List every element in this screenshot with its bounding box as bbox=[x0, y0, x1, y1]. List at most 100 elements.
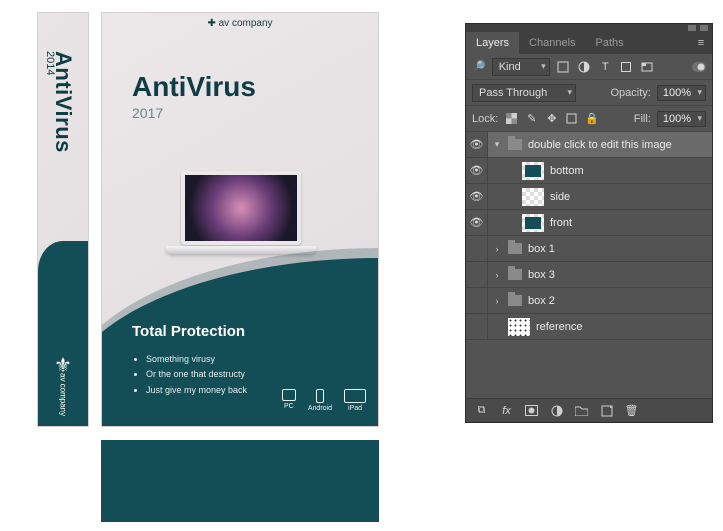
artboard: 2014 AntiVirus ⚜ av company ✚ av company… bbox=[37, 12, 452, 522]
lock-artboard-icon[interactable] bbox=[564, 111, 579, 126]
filter-pixel-icon[interactable] bbox=[556, 59, 571, 74]
layer-body[interactable]: ›box 3 bbox=[488, 262, 712, 287]
blend-mode-select[interactable]: Pass Through bbox=[472, 84, 576, 102]
front-title: AntiVirus bbox=[132, 71, 256, 103]
fill-label: Fill: bbox=[634, 113, 651, 125]
layer-name: double click to edit this image bbox=[528, 139, 672, 151]
new-group-icon[interactable] bbox=[574, 403, 589, 418]
layer-row[interactable]: reference bbox=[466, 314, 712, 340]
front-year: 2017 bbox=[132, 105, 163, 121]
blend-row: Pass Through Opacity: 100% bbox=[466, 80, 712, 106]
filter-shape-icon[interactable] bbox=[619, 59, 634, 74]
layer-name: box 1 bbox=[528, 243, 555, 255]
box-bottom bbox=[101, 440, 379, 522]
lock-transparency-icon[interactable] bbox=[504, 111, 519, 126]
box-front: ✚ av company AntiVirus 2017 Total Protec… bbox=[101, 12, 379, 427]
layer-body[interactable]: ▾ double click to edit this image bbox=[488, 132, 712, 157]
front-brandline: ✚ av company bbox=[102, 18, 378, 29]
layer-row[interactable]: 👁 side bbox=[466, 184, 712, 210]
link-layers-icon[interactable]: ⧉ bbox=[474, 403, 489, 418]
layer-visibility-toggle[interactable] bbox=[466, 288, 488, 313]
folder-icon bbox=[508, 139, 522, 150]
disclosure-icon[interactable]: › bbox=[492, 270, 502, 280]
layer-row[interactable]: › box 1 bbox=[466, 236, 712, 262]
tab-layers[interactable]: Layers bbox=[466, 32, 519, 54]
opacity-label: Opacity: bbox=[611, 87, 651, 99]
spine-company: av company bbox=[59, 373, 68, 416]
collapse-icon[interactable] bbox=[688, 25, 696, 31]
layer-thumbnail bbox=[522, 214, 544, 232]
feature-list: Something virusy Or the one that destruc… bbox=[132, 352, 247, 398]
layer-thumbnail bbox=[522, 162, 544, 180]
layer-body[interactable]: side bbox=[488, 184, 712, 209]
platform-row: PC Android iPad bbox=[282, 389, 366, 412]
lock-position-icon[interactable]: ✥ bbox=[544, 111, 559, 126]
filter-adjust-icon[interactable] bbox=[577, 59, 592, 74]
opacity-value[interactable]: 100% bbox=[657, 85, 706, 101]
layer-visibility-toggle[interactable]: 👁 bbox=[466, 184, 488, 209]
layer-row[interactable]: ›box 3 bbox=[466, 262, 712, 288]
layer-name: reference bbox=[536, 321, 582, 333]
platform-pc: PC bbox=[282, 389, 296, 412]
tablet-icon bbox=[344, 389, 366, 403]
filter-toggle[interactable] bbox=[691, 59, 706, 74]
layer-visibility-toggle[interactable]: 👁 bbox=[466, 210, 488, 235]
new-layer-icon[interactable] bbox=[599, 403, 614, 418]
eye-icon: 👁 bbox=[470, 190, 484, 203]
collapse-icon[interactable] bbox=[700, 25, 708, 31]
disclosure-icon[interactable]: ▾ bbox=[492, 139, 502, 150]
layer-body[interactable]: reference bbox=[488, 314, 712, 339]
layer-mask-icon[interactable] bbox=[524, 403, 539, 418]
lock-all-icon[interactable]: 🔒 bbox=[584, 111, 599, 126]
disclosure-icon[interactable]: › bbox=[492, 244, 502, 254]
panel-grip[interactable] bbox=[466, 24, 712, 32]
filter-type-icon[interactable]: T bbox=[598, 59, 613, 74]
layer-row[interactable]: › box 2 bbox=[466, 288, 712, 314]
lock-row: Lock: ✎ ✥ 🔒 Fill: 100% bbox=[466, 106, 712, 132]
filter-smart-icon[interactable] bbox=[640, 59, 655, 74]
layer-visibility-toggle[interactable]: 👁 bbox=[466, 158, 488, 183]
delete-layer-icon[interactable]: 🗑 bbox=[624, 403, 639, 418]
filter-kind-select[interactable]: Kind bbox=[492, 58, 550, 76]
phone-icon bbox=[316, 389, 324, 403]
feature-item: Or the one that destructy bbox=[146, 367, 247, 382]
panel-menu-icon[interactable]: ≡ bbox=[690, 32, 712, 54]
layers-panel: Layers Channels Paths ≡ 🔎 Kind T Pass Th… bbox=[465, 23, 713, 423]
layer-body[interactable]: › box 2 bbox=[488, 288, 712, 313]
total-protection-title: Total Protection bbox=[132, 323, 245, 340]
layer-body[interactable]: › box 1 bbox=[488, 236, 712, 261]
layer-name: bottom bbox=[550, 165, 584, 177]
layer-name: box 2 bbox=[528, 295, 555, 307]
feature-item: Just give my money back bbox=[146, 383, 247, 398]
lock-brush-icon[interactable]: ✎ bbox=[524, 111, 539, 126]
feature-item: Something virusy bbox=[146, 352, 247, 367]
platform-label: PC bbox=[284, 403, 294, 410]
disclosure-icon[interactable]: › bbox=[492, 296, 502, 306]
tab-channels[interactable]: Channels bbox=[519, 32, 585, 54]
fill-value[interactable]: 100% bbox=[657, 111, 706, 127]
layer-body[interactable]: front bbox=[488, 210, 712, 235]
layer-thumbnail bbox=[508, 318, 530, 336]
layer-row[interactable]: 👁 front bbox=[466, 210, 712, 236]
layer-visibility-toggle[interactable] bbox=[466, 262, 488, 287]
layer-name: front bbox=[550, 217, 572, 229]
layer-thumbnail bbox=[522, 188, 544, 206]
layer-row[interactable]: 👁 bottom bbox=[466, 158, 712, 184]
layer-body[interactable]: bottom bbox=[488, 158, 712, 183]
layer-row[interactable]: 👁 ▾ double click to edit this image bbox=[466, 132, 712, 158]
adjustment-layer-icon[interactable] bbox=[549, 403, 564, 418]
panel-footer: ⧉ fx 🗑 bbox=[466, 398, 712, 422]
monitor-icon bbox=[282, 389, 296, 401]
platform-android: Android bbox=[308, 389, 332, 412]
folder-icon bbox=[508, 243, 522, 254]
tab-paths[interactable]: Paths bbox=[586, 32, 634, 54]
eye-icon: 👁 bbox=[470, 164, 484, 177]
layer-visibility-toggle[interactable] bbox=[466, 236, 488, 261]
layer-visibility-toggle[interactable]: 👁 bbox=[466, 132, 488, 157]
layer-fx-icon[interactable]: fx bbox=[499, 403, 514, 418]
laptop-screen bbox=[181, 171, 301, 245]
panel-tabs: Layers Channels Paths ≡ bbox=[466, 32, 712, 54]
folder-icon bbox=[508, 269, 522, 280]
layer-visibility-toggle[interactable] bbox=[466, 314, 488, 339]
folder-icon bbox=[508, 295, 522, 306]
